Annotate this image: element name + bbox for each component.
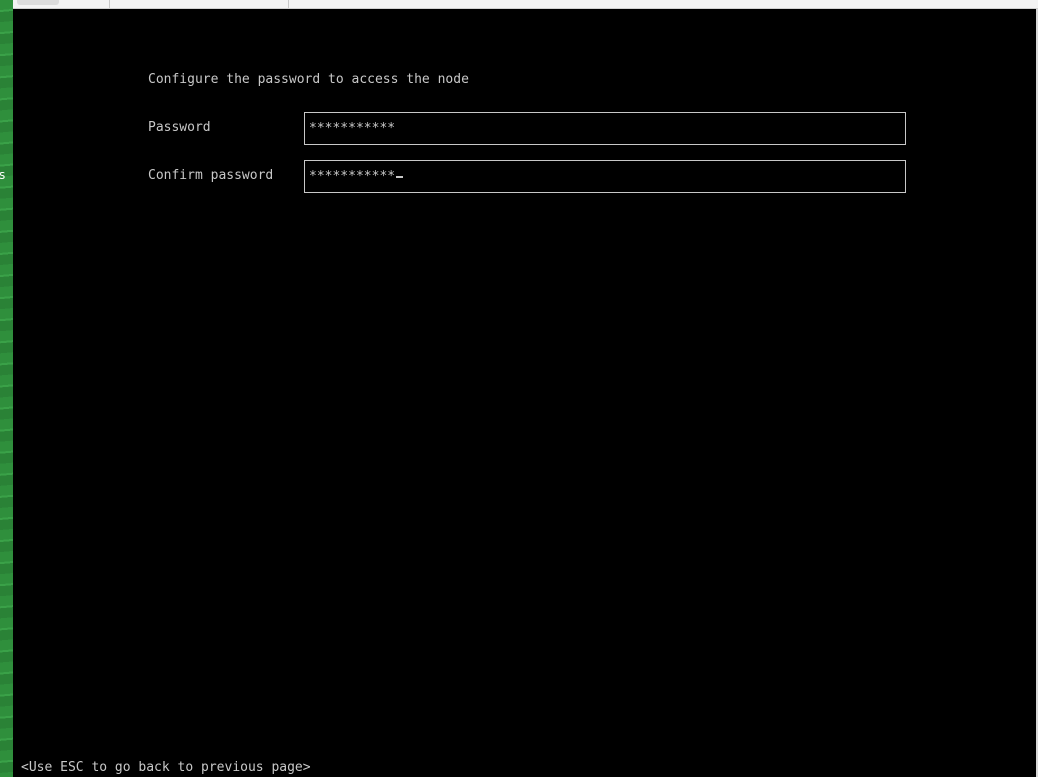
password-value: *********** <box>309 120 396 136</box>
password-field[interactable]: *********** <box>304 112 906 145</box>
desktop-background: s <box>0 0 13 777</box>
console-window[interactable]: Configure the password to access the nod… <box>13 9 1038 777</box>
desktop-edge-text: s <box>0 168 6 182</box>
toolbar-tab[interactable] <box>17 0 59 5</box>
window-toolbar-strip <box>13 0 1038 9</box>
confirm-password-field[interactable]: *********** <box>304 160 906 193</box>
confirm-password-value: *********** <box>309 168 396 184</box>
text-cursor <box>396 175 404 178</box>
form-heading: Configure the password to access the nod… <box>148 72 469 87</box>
password-label: Password <box>148 120 211 135</box>
esc-hint: <Use ESC to go back to previous page> <box>21 760 311 775</box>
toolbar-separator <box>288 0 289 8</box>
screen: s Configure the password to access the n… <box>0 0 1038 777</box>
toolbar-separator <box>109 0 110 8</box>
confirm-password-label: Confirm password <box>148 168 274 183</box>
